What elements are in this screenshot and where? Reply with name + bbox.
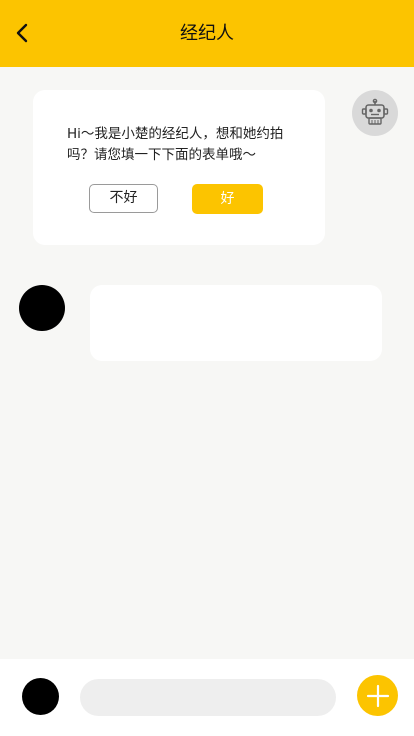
bot-message-bubble: Hi～我是小楚的经纪人，想和她约拍吗？请您填一下下面的表单哦～ 不好 好 — [33, 90, 325, 245]
page-title: 经纪人 — [180, 23, 234, 44]
add-button[interactable] — [357, 675, 398, 716]
chevron-left-icon — [16, 23, 28, 43]
message-input[interactable] — [80, 679, 336, 716]
accept-button[interactable]: 好 — [192, 184, 263, 214]
user-avatar — [19, 285, 65, 331]
bot-message-text: Hi～我是小楚的经纪人，想和她约拍吗？请您填一下下面的表单哦～ — [67, 126, 284, 163]
decline-button[interactable]: 不好 — [89, 184, 158, 213]
back-button[interactable] — [8, 18, 36, 48]
robot-avatar — [352, 90, 398, 136]
composer-avatar[interactable] — [22, 678, 59, 715]
robot-icon — [361, 98, 389, 125]
composer-bar — [0, 659, 414, 736]
top-bar: 经纪人 — [0, 0, 414, 67]
user-message-bubble — [90, 285, 382, 361]
plus-icon — [366, 684, 389, 707]
